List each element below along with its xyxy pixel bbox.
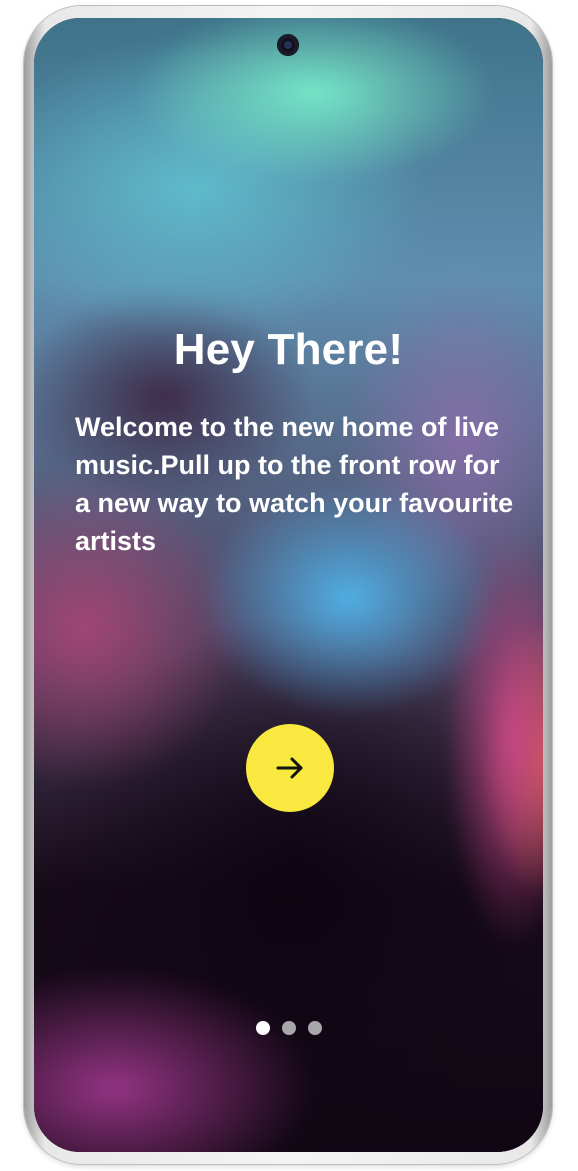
page-dot-3[interactable] xyxy=(307,1021,322,1035)
page-dot-1[interactable] xyxy=(255,1021,270,1035)
page-indicator xyxy=(34,1021,543,1035)
next-button[interactable] xyxy=(246,724,334,812)
onboarding-screen: Hey There! Welcome to the new home of li… xyxy=(34,18,543,1152)
arrow-right-icon xyxy=(276,757,303,779)
background-image xyxy=(34,18,543,1152)
page-dot-2[interactable] xyxy=(281,1021,296,1035)
welcome-message: Welcome to the new home of live music.Pu… xyxy=(75,412,514,556)
page-title: Hey There! xyxy=(173,325,404,374)
front-camera xyxy=(277,34,299,56)
